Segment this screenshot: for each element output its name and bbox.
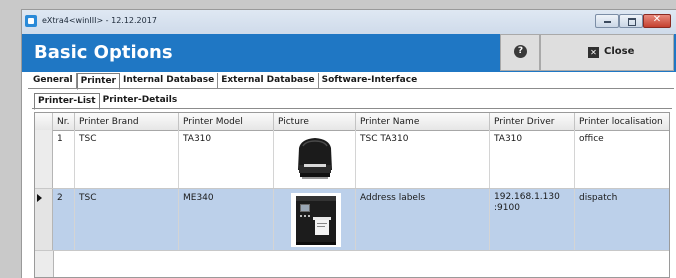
tab-external-database[interactable]: External Database [218, 73, 319, 88]
row-selector[interactable] [35, 189, 53, 250]
column-header-nr[interactable]: Nr. [53, 113, 75, 130]
table-row[interactable]: 1 TSC TA310 TSC TA310 TA310 office [35, 130, 669, 189]
help-button[interactable]: ? [500, 34, 540, 71]
header-banner: Basic Options ? ✕ Close [22, 34, 676, 72]
cell-printer-name: Address labels [356, 189, 490, 250]
cell-driver: TA310 [490, 130, 575, 188]
tab-software-interface[interactable]: Software-Interface [319, 73, 421, 88]
minimize-icon [604, 21, 611, 23]
cell-nr: 2 [53, 189, 75, 250]
column-header-name[interactable]: Printer Name [356, 113, 490, 130]
window-title: eXtra4<winIII> - 12.12.2017 [42, 16, 157, 25]
close-button[interactable]: ✕ Close [540, 34, 674, 71]
cell-model: TA310 [179, 130, 274, 188]
column-header-brand[interactable]: Printer Brand [75, 113, 179, 130]
grid-header: Nr. Printer Brand Printer Model Picture … [35, 113, 669, 131]
minimize-button[interactable] [595, 14, 619, 28]
app-icon [25, 15, 37, 27]
window-close-button[interactable]: ✕ [643, 14, 671, 28]
cell-picture [274, 189, 356, 250]
sub-tab-strip: Printer-List Printer-Details [34, 93, 181, 110]
printer-grid[interactable]: Nr. Printer Brand Printer Model Picture … [34, 112, 670, 278]
close-icon: ✕ [652, 14, 662, 25]
cell-localisation: dispatch [579, 193, 618, 203]
sub-tab-divider [32, 108, 672, 109]
cell-nr: 1 [53, 130, 75, 188]
tab-general[interactable]: General [30, 73, 77, 88]
row-header-empty [35, 251, 54, 277]
tab-internal-database[interactable]: Internal Database [120, 73, 219, 88]
app-window: eXtra4<winIII> - 12.12.2017 ✕ Basic Opti… [22, 10, 676, 278]
printer-me340-image [291, 193, 341, 247]
cell-picture [274, 130, 356, 188]
maximize-button[interactable] [619, 14, 643, 28]
cell-driver: 192.168.1.130 :9100 [490, 189, 575, 250]
column-header-model[interactable]: Printer Model [179, 113, 274, 130]
tab-printer-details[interactable]: Printer-Details [100, 93, 181, 108]
help-icon: ? [514, 45, 527, 58]
cell-brand: TSC [75, 130, 179, 188]
tab-divider [28, 88, 674, 89]
page-title: Basic Options [34, 42, 173, 63]
close-button-label: Close [604, 46, 635, 57]
title-bar: eXtra4<winIII> - 12.12.2017 ✕ [22, 10, 676, 34]
row-header-corner [35, 113, 53, 130]
table-row-selected[interactable]: 2 TSC ME340 Address labels 192.168.1.130… [35, 189, 669, 251]
printer-ta310-image [292, 134, 338, 183]
row-selector[interactable] [35, 130, 53, 188]
main-tab-strip: General Printer Internal Database Extern… [30, 73, 421, 90]
cell-brand: TSC [75, 189, 179, 250]
column-header-driver[interactable]: Printer Driver [490, 113, 575, 130]
maximize-icon [628, 18, 636, 26]
close-x-icon: ✕ [588, 47, 599, 58]
cell-printer-name: TSC TA310 [356, 130, 490, 188]
current-row-pointer-icon [37, 194, 42, 202]
column-header-localisation[interactable]: Printer localisation [575, 113, 669, 130]
cell-model: ME340 [179, 189, 274, 250]
cell-localisation: office [579, 134, 604, 144]
column-header-picture[interactable]: Picture [274, 113, 356, 130]
